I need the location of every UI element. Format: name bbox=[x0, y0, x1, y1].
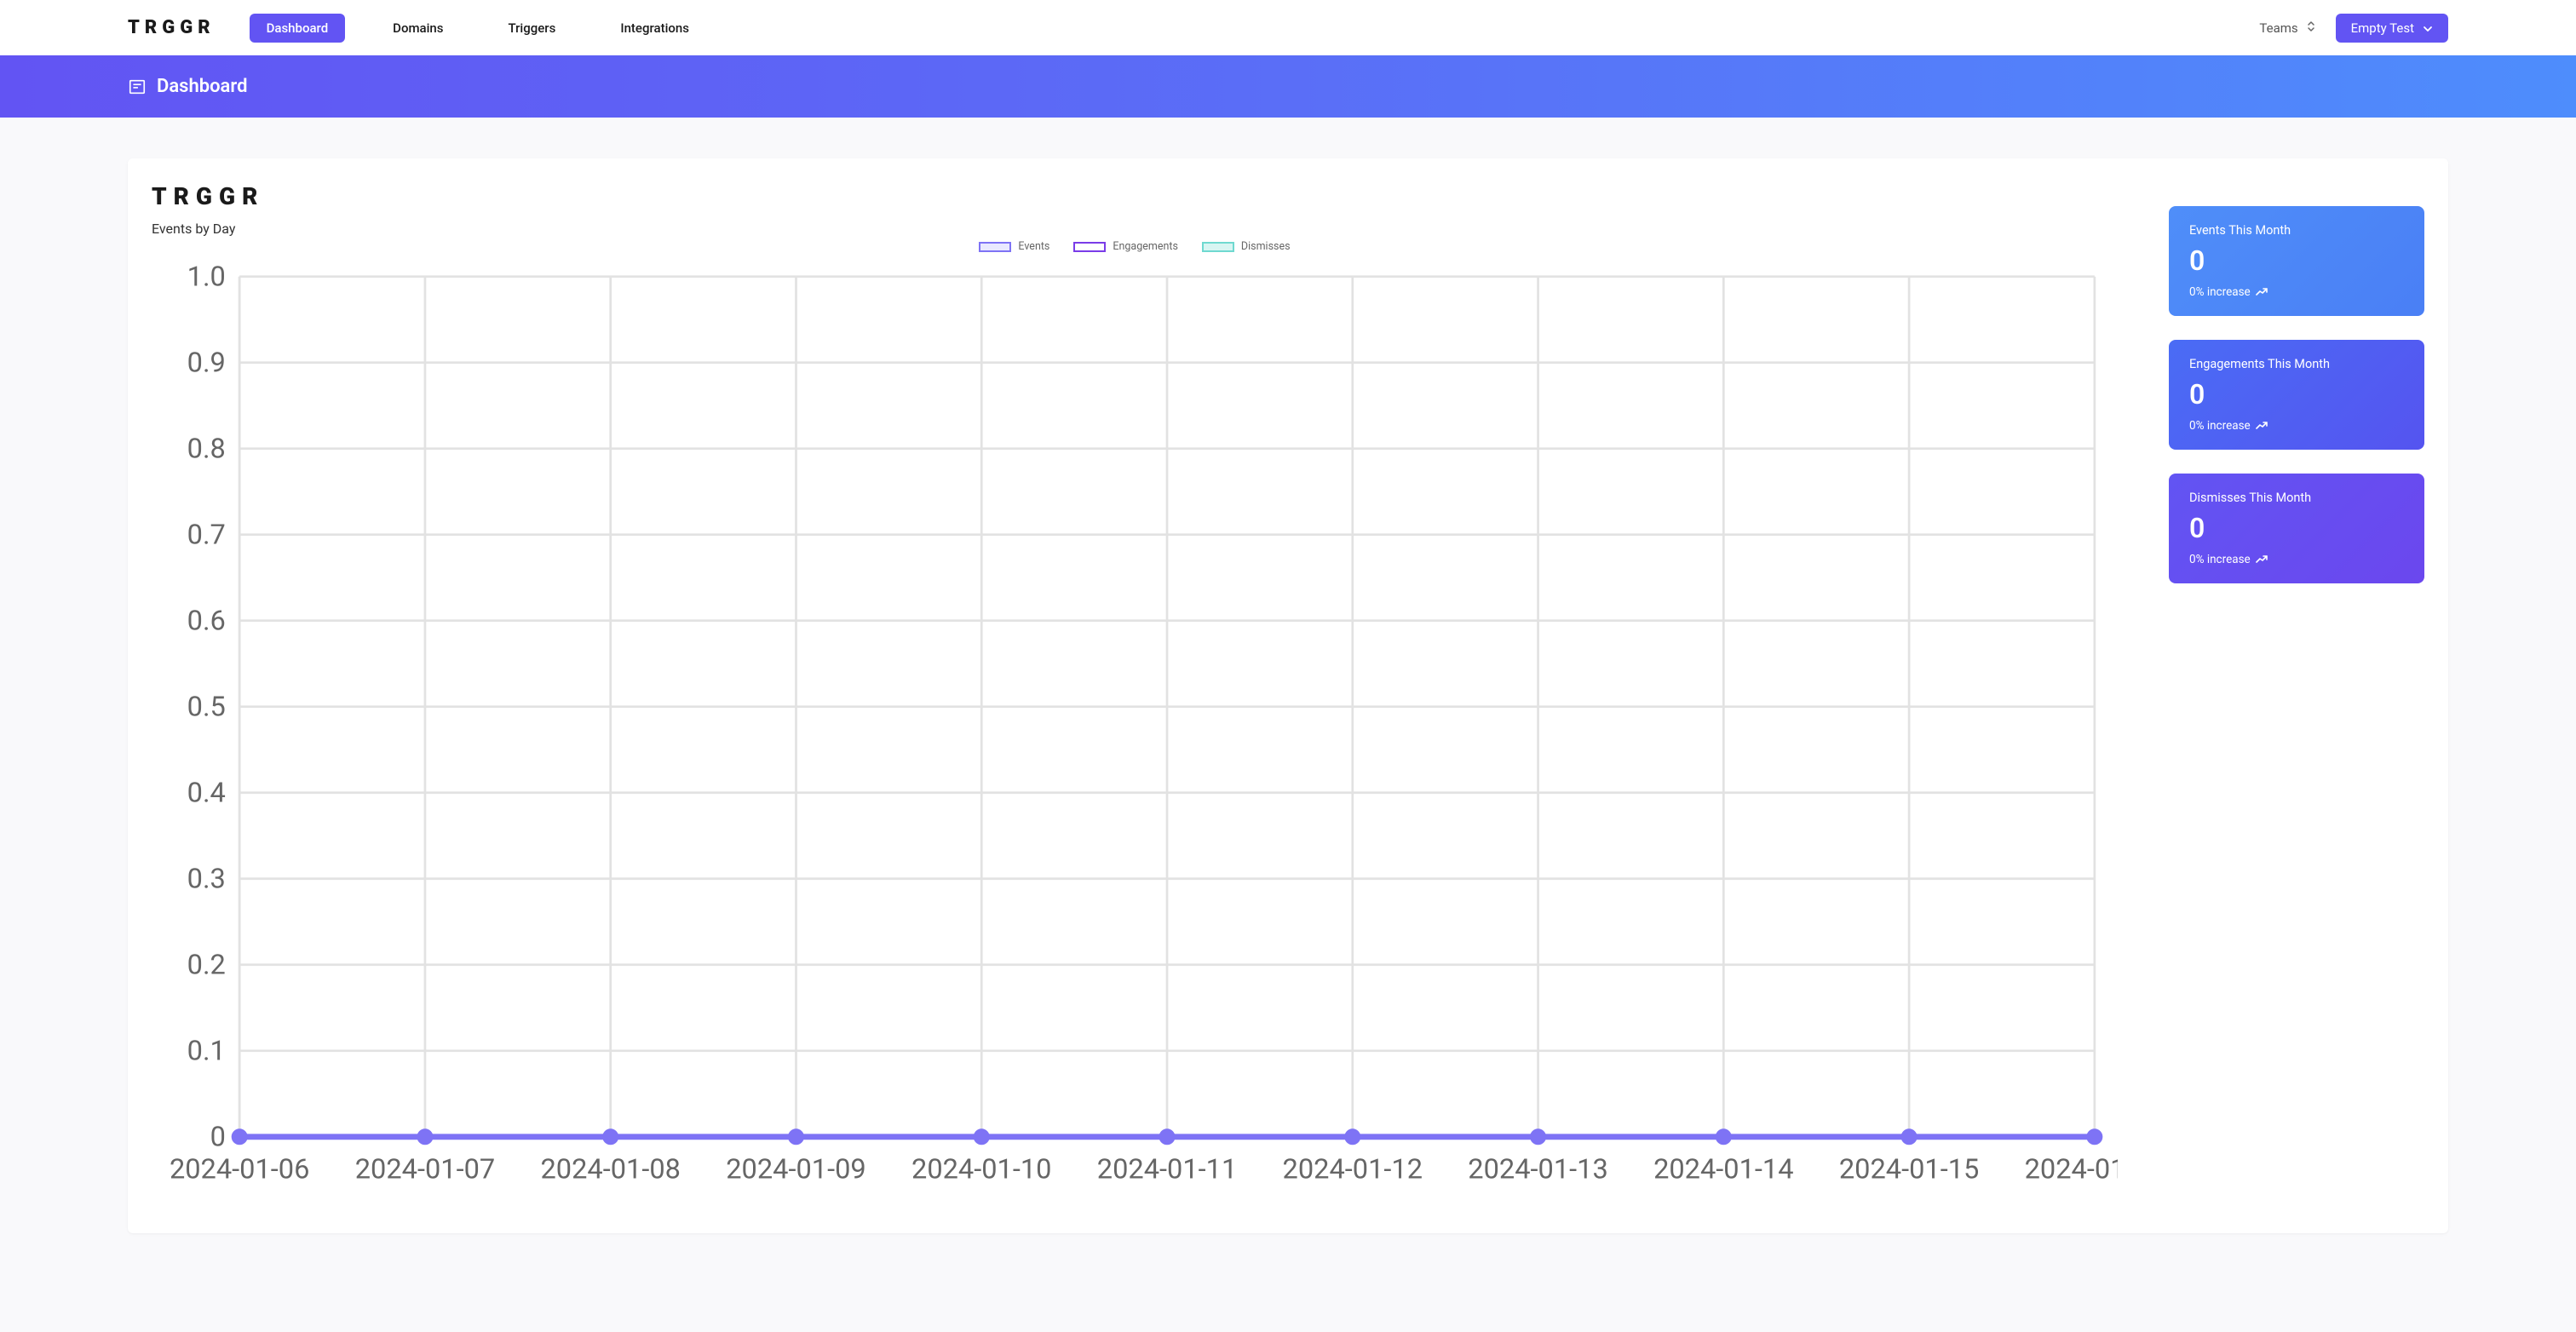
chart-section: TRGGR Events by Day Events Engagements D… bbox=[152, 182, 2118, 1209]
stat-label: Dismisses This Month bbox=[2189, 491, 2404, 505]
teams-label: Teams bbox=[2259, 20, 2297, 36]
legend-label: Engagements bbox=[1113, 240, 1178, 253]
nav-integrations[interactable]: Integrations bbox=[603, 14, 706, 43]
svg-text:0.1: 0.1 bbox=[187, 1035, 226, 1067]
svg-text:2024-01-16: 2024-01-16 bbox=[2025, 1153, 2118, 1186]
svg-text:2024-01-07: 2024-01-07 bbox=[355, 1153, 495, 1186]
dashboard-icon bbox=[128, 78, 147, 96]
svg-text:0: 0 bbox=[210, 1121, 226, 1153]
logo: TRGGR bbox=[128, 17, 216, 38]
stat-value: 0 bbox=[2189, 244, 2404, 277]
legend-label: Events bbox=[1018, 240, 1049, 253]
legend-swatch bbox=[1073, 242, 1106, 252]
sort-icon bbox=[2307, 20, 2315, 36]
svg-text:2024-01-13: 2024-01-13 bbox=[1468, 1153, 1607, 1186]
svg-text:1.0: 1.0 bbox=[187, 261, 226, 293]
legend-swatch bbox=[979, 242, 1011, 252]
svg-text:0.7: 0.7 bbox=[187, 519, 226, 551]
legend-item-dismisses[interactable]: Dismisses bbox=[1202, 240, 1291, 253]
page-title: Dashboard bbox=[157, 76, 247, 97]
chart-legend: Events Engagements Dismisses bbox=[152, 240, 2118, 253]
stat-label: Engagements This Month bbox=[2189, 357, 2404, 371]
svg-text:0.3: 0.3 bbox=[187, 863, 226, 895]
trend-up-icon bbox=[2256, 553, 2268, 566]
stat-value: 0 bbox=[2189, 378, 2404, 411]
svg-text:2024-01-14: 2024-01-14 bbox=[1653, 1153, 1793, 1186]
chart-title: Events by Day bbox=[152, 221, 2118, 237]
trend-up-icon bbox=[2256, 419, 2268, 433]
legend-swatch bbox=[1202, 242, 1234, 252]
chart-logo: TRGGR bbox=[152, 182, 2118, 210]
nav-right: Teams Empty Test bbox=[2259, 14, 2448, 43]
navbar: TRGGR Dashboard Domains Triggers Integra… bbox=[0, 0, 2576, 55]
svg-text:2024-01-09: 2024-01-09 bbox=[726, 1153, 865, 1186]
svg-text:2024-01-06: 2024-01-06 bbox=[170, 1153, 309, 1186]
content: TRGGR Events by Day Events Engagements D… bbox=[0, 118, 2576, 1274]
stat-change: 0% increase bbox=[2189, 553, 2404, 566]
stat-change: 0% increase bbox=[2189, 419, 2404, 433]
stat-label: Events This Month bbox=[2189, 223, 2404, 238]
legend-item-engagements[interactable]: Engagements bbox=[1073, 240, 1178, 253]
empty-test-label: Empty Test bbox=[2351, 20, 2414, 36]
stat-value: 0 bbox=[2189, 512, 2404, 544]
nav-domains[interactable]: Domains bbox=[376, 14, 460, 43]
stat-change-text: 0% increase bbox=[2189, 285, 2251, 299]
page-header: Dashboard bbox=[0, 55, 2576, 118]
svg-text:0.4: 0.4 bbox=[187, 777, 226, 809]
teams-selector[interactable]: Teams bbox=[2259, 20, 2314, 36]
nav-links: Dashboard Domains Triggers Integrations bbox=[250, 14, 2260, 43]
chevron-down-icon bbox=[2423, 20, 2433, 36]
legend-label: Dismisses bbox=[1241, 240, 1291, 253]
stat-change-text: 0% increase bbox=[2189, 419, 2251, 433]
nav-dashboard[interactable]: Dashboard bbox=[250, 14, 346, 43]
svg-text:0.2: 0.2 bbox=[187, 949, 226, 981]
svg-text:0.6: 0.6 bbox=[187, 605, 226, 637]
dashboard-card: TRGGR Events by Day Events Engagements D… bbox=[128, 158, 2448, 1233]
svg-text:0.5: 0.5 bbox=[187, 691, 226, 723]
legend-item-events[interactable]: Events bbox=[979, 240, 1049, 253]
line-chart-svg: 0 0.1 0.2 0.3 0.4 0.5 0.6 0.7 0.8 0.9 1.0 2024-01-0… bbox=[152, 258, 2118, 1206]
svg-text:2024-01-12: 2024-01-12 bbox=[1283, 1153, 1423, 1186]
stat-card-engagements: Engagements This Month 0 0% increase bbox=[2169, 340, 2424, 450]
stat-card-events: Events This Month 0 0% increase bbox=[2169, 206, 2424, 316]
chart-canvas: 0 0.1 0.2 0.3 0.4 0.5 0.6 0.7 0.8 0.9 1.0 2024-01-0… bbox=[152, 258, 2118, 1209]
stat-change-text: 0% increase bbox=[2189, 553, 2251, 566]
svg-text:0.9: 0.9 bbox=[187, 347, 226, 379]
svg-text:2024-01-11: 2024-01-11 bbox=[1097, 1153, 1237, 1186]
svg-text:2024-01-10: 2024-01-10 bbox=[911, 1153, 1051, 1186]
stat-card-dismisses: Dismisses This Month 0 0% increase bbox=[2169, 474, 2424, 583]
trend-up-icon bbox=[2256, 285, 2268, 299]
stat-change: 0% increase bbox=[2189, 285, 2404, 299]
stats-column: Events This Month 0 0% increase Engageme… bbox=[2169, 182, 2424, 1209]
svg-text:0.8: 0.8 bbox=[187, 433, 226, 465]
nav-triggers[interactable]: Triggers bbox=[492, 14, 573, 43]
svg-text:2024-01-08: 2024-01-08 bbox=[540, 1153, 680, 1186]
svg-text:2024-01-15: 2024-01-15 bbox=[1839, 1153, 1979, 1186]
empty-test-button[interactable]: Empty Test bbox=[2336, 14, 2448, 43]
